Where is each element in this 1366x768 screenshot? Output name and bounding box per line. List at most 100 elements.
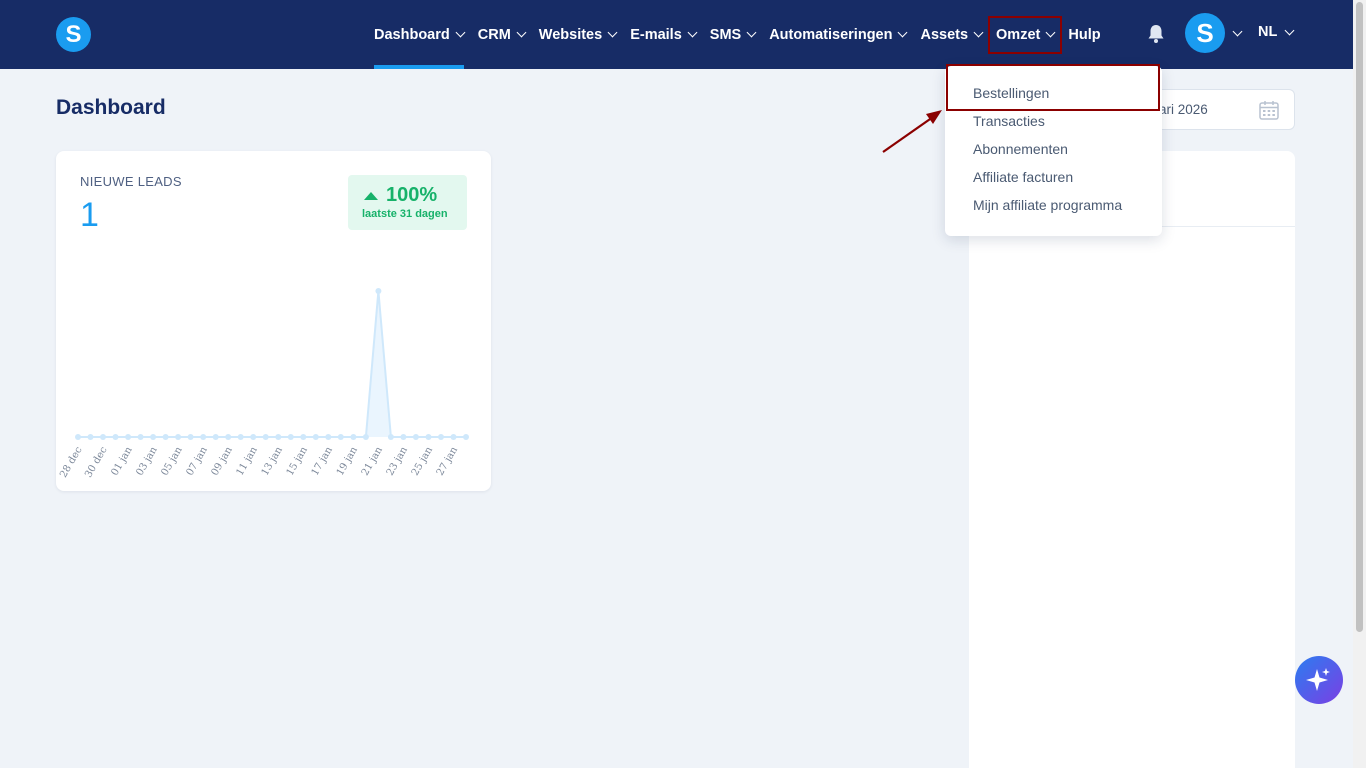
leads-chart: 28 dec30 dec 01 jan 03 jan 05 jan 07 jan 09 j… (58, 288, 469, 480)
nav-crm[interactable]: CRM (477, 0, 527, 69)
chart-point[interactable] (75, 434, 81, 440)
nav-sms[interactable]: SMS (709, 0, 757, 69)
chevron-down-icon (687, 27, 698, 38)
calendar-icon (1259, 101, 1279, 120)
x-tick-label: 27 jan (435, 445, 461, 478)
menu-item-mijn-affiliate-programma[interactable]: Mijn affiliate programma (973, 197, 1122, 213)
chart-point[interactable] (112, 434, 119, 440)
sparkle-icon (1306, 668, 1330, 691)
chart-point[interactable] (463, 434, 469, 440)
chart-point[interactable] (438, 434, 444, 440)
chart-point[interactable] (425, 434, 432, 440)
side-panel-card (969, 151, 1295, 768)
x-tick-label: 28 dec (58, 445, 85, 480)
chart-point[interactable] (337, 434, 344, 440)
chevron-down-icon[interactable] (1232, 26, 1243, 37)
chevron-down-icon (607, 27, 618, 38)
chart-point[interactable] (275, 434, 282, 440)
top-navbar: S Dashboard CRM Websites E-mails SMS Aut… (0, 0, 1366, 69)
nav-label: SMS (709, 26, 742, 43)
nav-label: CRM (477, 26, 511, 43)
chevron-down-icon (973, 27, 984, 38)
nav-dashboard[interactable]: Dashboard (374, 0, 466, 69)
menu-item-transacties[interactable]: Transacties (973, 113, 1045, 129)
app-logo[interactable]: S (56, 17, 91, 52)
language-selector[interactable]: NL (1258, 24, 1295, 40)
nav-label: E-mails (630, 26, 682, 43)
chart-point[interactable] (137, 434, 144, 440)
chevron-down-icon (1045, 27, 1056, 38)
x-tick-label: 25 jan (410, 445, 436, 478)
chart-point[interactable] (375, 288, 382, 294)
chevron-down-icon (898, 27, 908, 38)
x-tick-label: 19 jan (335, 445, 361, 478)
x-tick-label: 09 jan (210, 445, 236, 478)
chart-point[interactable] (175, 434, 182, 440)
page-scrollbar[interactable] (1353, 0, 1366, 768)
x-tick-label: 23 jan (385, 445, 411, 478)
chart-point[interactable] (125, 434, 132, 440)
bell-icon[interactable] (1147, 24, 1165, 44)
date-range-text: ari 2026 (1159, 102, 1208, 117)
chevron-down-icon (1284, 25, 1295, 35)
page-title: Dashboard (56, 96, 166, 119)
nav-label: Dashboard (374, 26, 450, 43)
chart-line (78, 290, 466, 438)
chart-point[interactable] (162, 434, 169, 440)
main-nav: Dashboard CRM Websites E-mails SMS Autom… (374, 0, 1115, 69)
nav-assets[interactable]: Assets (920, 0, 984, 69)
chart-point[interactable] (100, 434, 106, 440)
chart-point[interactable] (312, 434, 319, 440)
menu-item-affiliate-facturen[interactable]: Affiliate facturen (973, 169, 1073, 185)
nav-automatiseringen[interactable]: Automatiseringen (769, 0, 908, 69)
menu-item-abonnementen[interactable]: Abonnementen (973, 141, 1068, 157)
new-leads-card: NIEUWE LEADS 1 100% laatste 31 dagen 28 … (56, 151, 491, 491)
chart-point[interactable] (412, 434, 419, 440)
annotation-arrow (882, 110, 942, 153)
nav-label: Assets (920, 26, 969, 43)
chart-point[interactable] (200, 434, 207, 440)
ai-assistant-button[interactable] (1295, 656, 1343, 704)
nav-hulp[interactable]: Hulp (1068, 0, 1100, 69)
chevron-down-icon (455, 27, 466, 38)
nav-emails[interactable]: E-mails (630, 0, 698, 69)
language-label: NL (1258, 24, 1278, 40)
x-tick-label: 30 dec (83, 445, 110, 480)
chart-point[interactable] (387, 434, 394, 440)
chart-point[interactable] (450, 434, 457, 440)
x-tick-label: 03 jan (134, 445, 160, 478)
chart-point[interactable] (262, 434, 269, 440)
chart-point[interactable] (250, 434, 257, 440)
chart-point[interactable] (325, 434, 332, 440)
chevron-down-icon (516, 27, 527, 38)
scrollbar-thumb[interactable] (1356, 2, 1363, 632)
x-tick-label: 21 jan (360, 445, 386, 478)
chart-point[interactable] (87, 434, 94, 440)
x-tick-label: 15 jan (285, 445, 311, 478)
avatar[interactable]: S (1185, 13, 1225, 53)
nav-omzet[interactable]: Omzet (988, 15, 1063, 54)
chart-point[interactable] (150, 434, 157, 440)
nav-label: Hulp (1068, 26, 1101, 43)
chart-point[interactable] (212, 434, 219, 440)
highlight-box (946, 64, 1160, 111)
chart-point[interactable] (237, 434, 244, 440)
nav-label: Omzet (996, 26, 1041, 43)
x-tick-label: 11 jan (235, 445, 261, 478)
chart-area (78, 291, 466, 437)
chart-point[interactable] (400, 434, 407, 440)
chevron-down-icon (746, 27, 757, 38)
nav-websites[interactable]: Websites (538, 0, 618, 69)
x-tick-label: 17 jan (310, 445, 336, 478)
x-tick-label: 01 jan (109, 445, 135, 478)
x-tick-label: 05 jan (159, 445, 185, 478)
chart-point[interactable] (287, 434, 294, 440)
chart-point[interactable] (187, 434, 194, 440)
chart-point[interactable] (300, 434, 307, 440)
chart-point[interactable] (350, 434, 357, 440)
chart-point[interactable] (362, 434, 369, 440)
chart-point[interactable] (225, 434, 232, 440)
x-tick-label: 07 jan (185, 445, 211, 478)
nav-label: Automatiseringen (769, 26, 893, 43)
nav-label: Websites (538, 26, 603, 43)
